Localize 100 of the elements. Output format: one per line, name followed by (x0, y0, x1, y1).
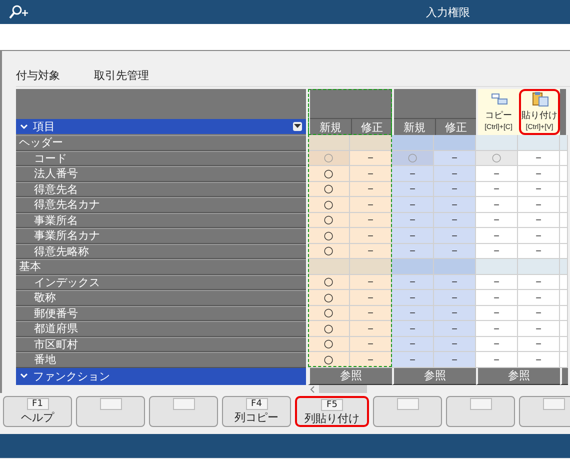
permission-cell[interactable]: － (476, 212, 518, 228)
permission-cell[interactable]: － (434, 336, 476, 352)
permission-cell[interactable]: － (392, 336, 434, 352)
permission-cell[interactable]: － (476, 182, 518, 197)
item-label[interactable]: 事業所名 (16, 212, 306, 228)
item-label[interactable]: 事業所名カナ (16, 228, 306, 244)
permission-cell[interactable]: ○ (308, 228, 350, 244)
function-key-button[interactable] (446, 396, 515, 427)
item-label[interactable]: インデックス (16, 274, 306, 290)
item-label[interactable]: 都道府県 (16, 321, 306, 336)
permission-cell[interactable]: － (518, 274, 560, 290)
search-plus-icon[interactable] (8, 4, 30, 20)
function-key-button[interactable] (76, 396, 145, 427)
permission-cell[interactable]: － (350, 212, 392, 228)
permission-cell[interactable]: － (518, 290, 560, 306)
permission-cell[interactable]: ○ (308, 212, 350, 228)
item-label[interactable]: 得意先名カナ (16, 197, 306, 212)
permission-cell[interactable]: － (392, 197, 434, 212)
permission-cell[interactable]: － (518, 321, 560, 336)
permission-cell[interactable]: ○ (308, 306, 350, 321)
item-label[interactable]: 敬称 (16, 290, 306, 306)
permission-cell[interactable]: － (392, 166, 434, 182)
function-key-button[interactable]: F4 列コピー (222, 396, 291, 427)
permission-cell[interactable]: － (434, 182, 476, 197)
permission-cell[interactable]: ○ (308, 244, 350, 259)
permission-cell[interactable]: － (518, 197, 560, 212)
permission-cell[interactable]: － (350, 182, 392, 197)
permission-cell[interactable]: － (476, 197, 518, 212)
permission-cell[interactable]: － (518, 182, 560, 197)
item-label[interactable]: 郵便番号 (16, 306, 306, 321)
permission-cell[interactable]: － (434, 197, 476, 212)
permission-cell[interactable]: － (476, 228, 518, 244)
dropdown-icon[interactable] (293, 122, 302, 131)
permission-cell[interactable]: － (476, 290, 518, 306)
permission-cell[interactable]: － (518, 336, 560, 352)
permission-cell[interactable]: － (350, 352, 392, 368)
permission-cell[interactable]: － (518, 166, 560, 182)
permission-cell[interactable]: － (434, 290, 476, 306)
permission-cell[interactable]: － (434, 244, 476, 259)
permission-cell[interactable]: － (476, 352, 518, 368)
permission-cell[interactable]: － (350, 274, 392, 290)
permission-cell[interactable]: － (392, 228, 434, 244)
function-cell[interactable]: 参照 (476, 368, 560, 384)
permission-cell[interactable]: － (434, 352, 476, 368)
permission-cell[interactable]: － (350, 244, 392, 259)
item-label[interactable]: 番地 (16, 352, 306, 368)
permission-cell[interactable]: － (350, 197, 392, 212)
permission-cell[interactable]: － (392, 182, 434, 197)
permission-cell[interactable]: － (476, 336, 518, 352)
permission-cell[interactable]: － (350, 306, 392, 321)
item-label[interactable]: 得意先略称 (16, 244, 306, 259)
permission-cell[interactable]: － (518, 306, 560, 321)
permission-cell[interactable]: － (350, 336, 392, 352)
permission-cell[interactable]: － (392, 321, 434, 336)
group-label[interactable]: 基本 (16, 259, 306, 274)
user-column-header[interactable]: 新規 修正 (392, 89, 476, 135)
permission-cell[interactable]: － (392, 244, 434, 259)
function-key-button[interactable] (149, 396, 218, 427)
permission-cell[interactable]: － (434, 306, 476, 321)
permission-cell[interactable]: ○ (308, 336, 350, 352)
function-key-button[interactable] (519, 396, 570, 427)
permission-cell[interactable]: － (392, 212, 434, 228)
permission-cell[interactable]: － (434, 274, 476, 290)
item-label[interactable]: 市区町村 (16, 336, 306, 352)
function-header[interactable]: ファンクション (16, 368, 306, 384)
permission-cell[interactable]: － (476, 166, 518, 182)
function-key-button[interactable]: F1 ヘルプ (3, 396, 72, 427)
permission-cell[interactable]: － (392, 274, 434, 290)
permission-cell[interactable]: － (434, 166, 476, 182)
function-key-button[interactable] (373, 396, 442, 427)
permission-cell[interactable]: － (392, 306, 434, 321)
item-label[interactable]: 得意先名 (16, 182, 306, 197)
scroll-left-icon[interactable] (310, 386, 315, 393)
scrollbar-thumb[interactable] (319, 385, 367, 393)
permission-cell[interactable]: － (350, 228, 392, 244)
permission-cell[interactable]: － (434, 228, 476, 244)
function-cell[interactable]: 参照 (392, 368, 476, 384)
permission-cell[interactable]: ○ (308, 197, 350, 212)
permission-cell[interactable]: － (476, 306, 518, 321)
permission-cell[interactable]: － (392, 290, 434, 306)
permission-cell[interactable]: － (434, 321, 476, 336)
permission-cell[interactable]: － (350, 166, 392, 182)
function-key-button[interactable]: F5 列貼り付け (295, 396, 369, 427)
item-label[interactable]: 法人番号 (16, 166, 306, 182)
item-column-header[interactable]: 項目 (16, 119, 306, 134)
permission-cell[interactable]: － (476, 321, 518, 336)
permission-cell[interactable]: － (518, 228, 560, 244)
function-cell[interactable]: 参照 (308, 368, 392, 384)
permission-cell[interactable]: － (518, 212, 560, 228)
permission-cell[interactable]: － (476, 274, 518, 290)
permission-cell[interactable]: － (350, 321, 392, 336)
group-label[interactable]: ヘッダー (16, 135, 306, 150)
permission-cell[interactable]: ○ (308, 182, 350, 197)
permission-cell[interactable]: ○ (308, 352, 350, 368)
permission-cell[interactable]: ○ (308, 274, 350, 290)
permission-cell[interactable]: ○ (308, 321, 350, 336)
permission-cell[interactable]: － (518, 352, 560, 368)
permission-cell[interactable]: ○ (308, 166, 350, 182)
permission-cell[interactable]: ○ (308, 290, 350, 306)
permission-cell[interactable]: － (434, 212, 476, 228)
